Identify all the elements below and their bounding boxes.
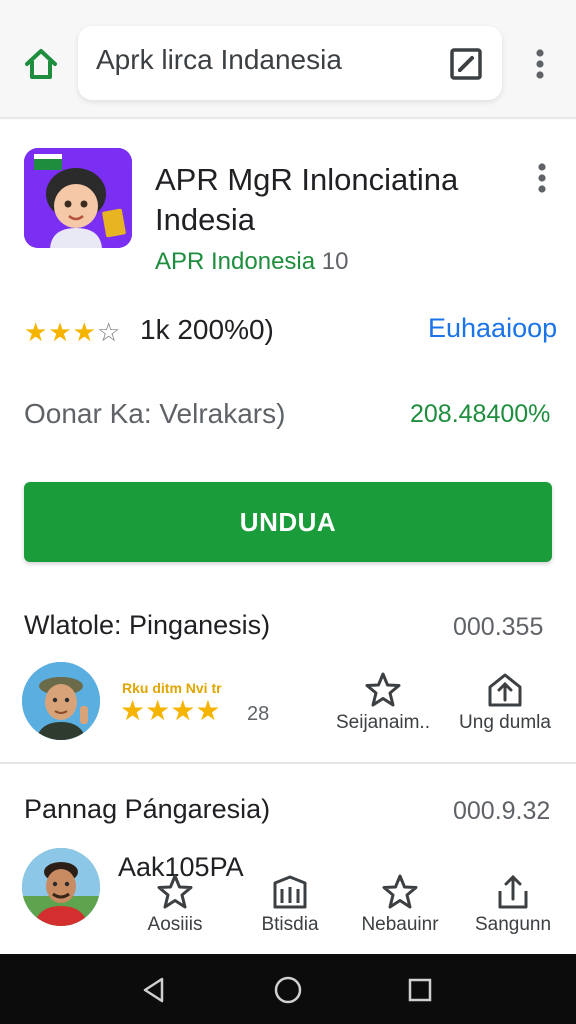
tab-btisdia[interactable]: Btisdia: [235, 872, 345, 936]
tab-label: Nebauinr: [361, 914, 439, 935]
section-number: 000.355: [453, 613, 544, 641]
developer-label[interactable]: APR Indonesia: [155, 248, 315, 275]
star-filled-icon: ★: [72, 317, 97, 347]
recents-square-icon[interactable]: [400, 970, 440, 1010]
share-icon: [458, 872, 568, 912]
divider: [0, 117, 576, 120]
section-title: Wlatole: Pinganesis): [24, 610, 271, 640]
tab-aosiiis[interactable]: Aosiiis: [120, 872, 230, 936]
more-vert-icon[interactable]: [526, 44, 554, 84]
info-value: 208.48400%: [410, 400, 551, 428]
search-query-text[interactable]: Aprk lirca Indanesia: [96, 44, 342, 76]
app-title: APR MgR Inlonciatina Indesia: [155, 162, 459, 237]
rating-link[interactable]: Euhaaioop: [428, 313, 557, 344]
home-icon[interactable]: [20, 44, 62, 84]
rating-summary: 1k 200%0): [140, 314, 274, 345]
star-filled-icon: ★: [195, 695, 221, 726]
star-outline-icon: [328, 670, 438, 710]
star-filled-icon: ★: [48, 317, 73, 347]
version-label: 10: [321, 248, 349, 275]
upload-house-icon: [450, 670, 560, 710]
back-triangle-icon[interactable]: [134, 970, 174, 1010]
star-filled-icon: ★: [120, 695, 146, 726]
tab-nebauinr[interactable]: Nebauinr: [345, 872, 455, 936]
star-filled-icon: ★: [24, 317, 49, 347]
review-stars: ★★★★: [120, 694, 220, 727]
action-label: Ung dumla: [459, 712, 551, 733]
library-icon: [235, 872, 345, 912]
tab-label: Aosiiis: [147, 914, 203, 935]
section-number: 000.9.32: [453, 797, 551, 825]
app-icon: [24, 148, 132, 248]
tab-label: Sangunn: [474, 914, 552, 935]
review-count: 28: [247, 703, 270, 725]
more-vert-icon[interactable]: [528, 158, 556, 198]
star-outline-icon: [120, 872, 230, 912]
tab-sangunn[interactable]: Sangunn: [458, 872, 568, 936]
star-outline-icon: [345, 872, 455, 912]
action-button[interactable]: Seijanaim..: [328, 670, 438, 734]
action-button[interactable]: Ung dumla: [450, 670, 560, 734]
star-filled-icon: ★: [145, 695, 171, 726]
star-outline-icon: ☆: [96, 317, 122, 347]
avatar[interactable]: [22, 662, 100, 740]
info-label: Oonar Ka: Velrakars): [24, 398, 286, 429]
tab-label: Btisdia: [261, 914, 319, 935]
avatar[interactable]: [22, 848, 100, 926]
section-title: Pannag Pángaresia): [24, 794, 271, 824]
edit-box-icon[interactable]: [446, 44, 486, 84]
developer-name[interactable]: APR Indonesia 10: [155, 248, 348, 276]
divider: [0, 762, 576, 764]
star-filled-icon: ★: [170, 695, 196, 726]
action-label: Seijanaim..: [336, 712, 430, 733]
install-button[interactable]: UNDUA: [24, 482, 552, 562]
rating-stars: ★★★☆: [24, 317, 121, 348]
home-circle-icon[interactable]: [268, 970, 308, 1010]
